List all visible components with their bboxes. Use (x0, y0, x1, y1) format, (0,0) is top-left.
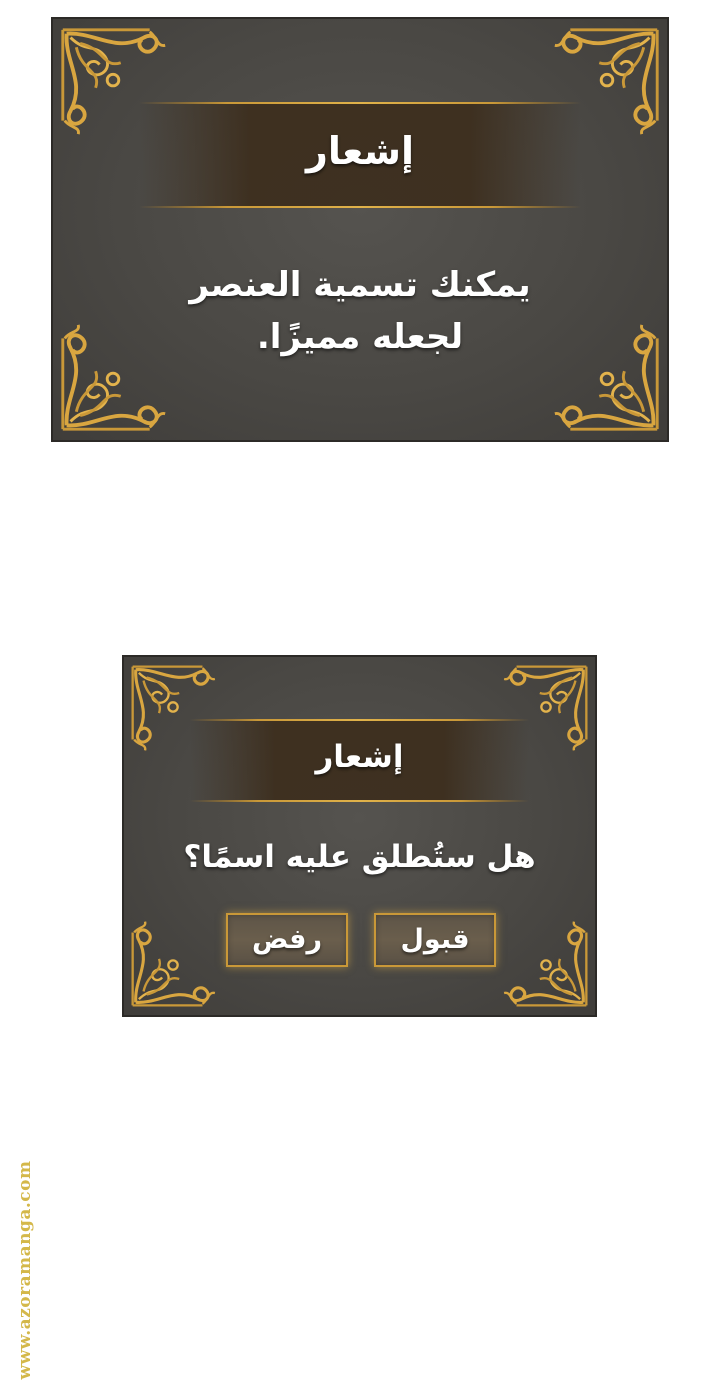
notice-panel-info: إشعار يمكنك تسمية العنصر لجعله مميزًا. (51, 17, 669, 442)
notice-panel-question: إشعار هل ستُطلق عليه اسمًا؟ قبول رفض (122, 655, 597, 1017)
ornate-corner-icon (502, 920, 588, 1007)
notice-title: إشعار (306, 129, 414, 173)
reject-button[interactable]: رفض (226, 913, 348, 967)
accept-button[interactable]: قبول (374, 913, 496, 967)
ornate-corner-icon (131, 920, 217, 1007)
message-line: لجعله مميزًا. (256, 317, 464, 357)
notice-question: هل ستُطلق عليه اسمًا؟ (183, 839, 536, 875)
notice-title: إشعار (315, 739, 404, 775)
message-line: يمكنك تسمية العنصر (189, 265, 531, 305)
notice-message: يمكنك تسمية العنصر لجعله مميزًا. (53, 259, 667, 363)
